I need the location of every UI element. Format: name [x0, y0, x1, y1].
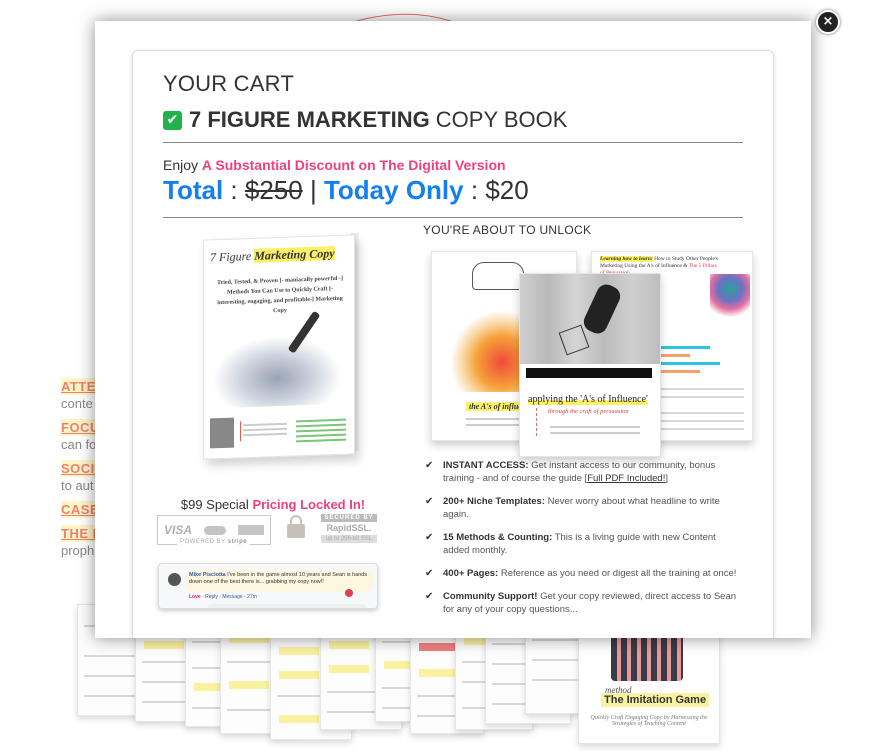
feature-item: ✔ INSTANT ACCESS: Get instant access to … [425, 460, 716, 484]
discount-line: Enjoy A Substantial Discount on The Digi… [163, 157, 506, 173]
today-only-label: Today Only [323, 175, 464, 205]
trust-badges: VISA POWERED BY stripe SECURED BY RapidS… [157, 514, 377, 551]
checkbox-checked-icon[interactable]: ✔ [163, 110, 182, 130]
checkmark-icon: ✔ [425, 532, 434, 543]
enjoy-prefix: Enjoy [163, 157, 199, 173]
feature-item: ✔ Community Support! Get your copy revie… [425, 591, 737, 615]
imitation-title: The Imitation Game [601, 693, 710, 707]
author-quote [240, 419, 289, 442]
special-prefix: $99 Special [180, 497, 249, 512]
feature-item: ✔ 15 Methods & Counting: This is a livin… [425, 532, 716, 556]
checkmark-icon: ✔ [425, 460, 434, 471]
product-name-bold: 7 FIGURE MARKETING [189, 107, 430, 132]
pipe-separator: | [309, 175, 317, 205]
comment-actions: Love · Reply · Message · 27m [189, 594, 257, 600]
checkmark-icon: ✔ [425, 568, 434, 579]
cart-title: YOUR CART [163, 71, 294, 96]
preview-mid-title: applying the 'A's of Influence' [528, 394, 648, 405]
puppet-hand-illustration [472, 262, 524, 290]
padlock-icon [287, 515, 305, 538]
special-pricing: $99 Special Pricing Locked In! [173, 497, 373, 512]
today-price: $20 [485, 175, 529, 205]
feature-item: ✔ 400+ Pages: Reference as you need or d… [425, 568, 737, 579]
love-reaction-icon [345, 589, 353, 597]
special-highlight: Pricing Locked In! [252, 497, 366, 512]
close-modal-button[interactable]: × [816, 10, 840, 34]
cart-card: YOUR CART ✔ 7 FIGURE MARKETING COPY BOOK… [132, 50, 774, 638]
original-price: $250 [244, 175, 303, 205]
preview-mid-subtitle: through the craft of persuasion [548, 408, 629, 415]
checkmark-icon: ✔ [425, 591, 434, 602]
divider [163, 142, 743, 143]
discount-highlight: A Substantial Discount on The Digital Ve… [201, 157, 506, 173]
amex-logo [237, 525, 264, 535]
visa-logo: VISA [163, 523, 192, 537]
imitation-caption: Quickly Craft Engaging Copy by Harnessin… [590, 715, 708, 727]
feature-item: ✔ 200+ Niche Templates: Never worry abou… [425, 496, 720, 520]
rapidssl-badge: SECURED BY RapidSSL. up to 256-bit SSL [321, 514, 377, 544]
total-label: Total [163, 175, 224, 205]
book-features [294, 416, 348, 452]
full-pdf-link[interactable]: Full PDF Included! [587, 473, 665, 484]
guide-page-previews: the A's of influence Learning how to lea… [423, 243, 753, 459]
reply-box [207, 604, 367, 608]
divider [163, 217, 743, 218]
quote-banner [526, 368, 652, 378]
close-icon[interactable]: × [823, 14, 834, 29]
cart-modal: YOUR CART ✔ 7 FIGURE MARKETING COPY BOOK… [95, 21, 811, 638]
price-line: Total : $250 | Today Only : $20 [163, 175, 529, 206]
powered-by-stripe: POWERED BY stripe [177, 539, 251, 545]
testimonial-screenshot: Mike Pisciotta I've been in the game alm… [158, 563, 378, 609]
ink-splash-illustration [212, 333, 342, 409]
preview-page-applying: applying the 'A's of Influence' through … [519, 273, 661, 457]
book-cover: 7 Figure Marketing Copy Tried, Tested, &… [203, 234, 355, 460]
mastercard-logo [203, 525, 226, 535]
imitation-game-preview: method The Imitation Game Quickly Craft … [578, 620, 720, 744]
avatar [168, 573, 181, 586]
book-title-highlight: Marketing Copy [254, 246, 335, 263]
octopus-illustration [710, 274, 750, 324]
book-cover-image: 7 Figure Marketing Copy Tried, Tested, &… [163, 231, 375, 461]
book-title: 7 Figure Marketing Copy [210, 246, 335, 265]
feature-list: ✔ INSTANT ACCESS: Get instant access to … [423, 459, 743, 626]
separator: : [230, 175, 238, 205]
unlock-heading: YOU'RE ABOUT TO UNLOCK [423, 223, 592, 237]
separator: : [470, 175, 479, 205]
product-name-rest: COPY BOOK [435, 107, 568, 132]
comment-bubble: Mike Pisciotta I've been in the game alm… [185, 570, 373, 592]
commenter-name: Mike Pisciotta [189, 572, 226, 578]
checkmark-icon: ✔ [425, 496, 434, 507]
author-photo [210, 417, 234, 449]
book-subtitle: Tried, Tested, & Proven [- maniacally po… [217, 275, 343, 315]
cart-product: ✔ 7 FIGURE MARKETING COPY BOOK [163, 107, 567, 133]
